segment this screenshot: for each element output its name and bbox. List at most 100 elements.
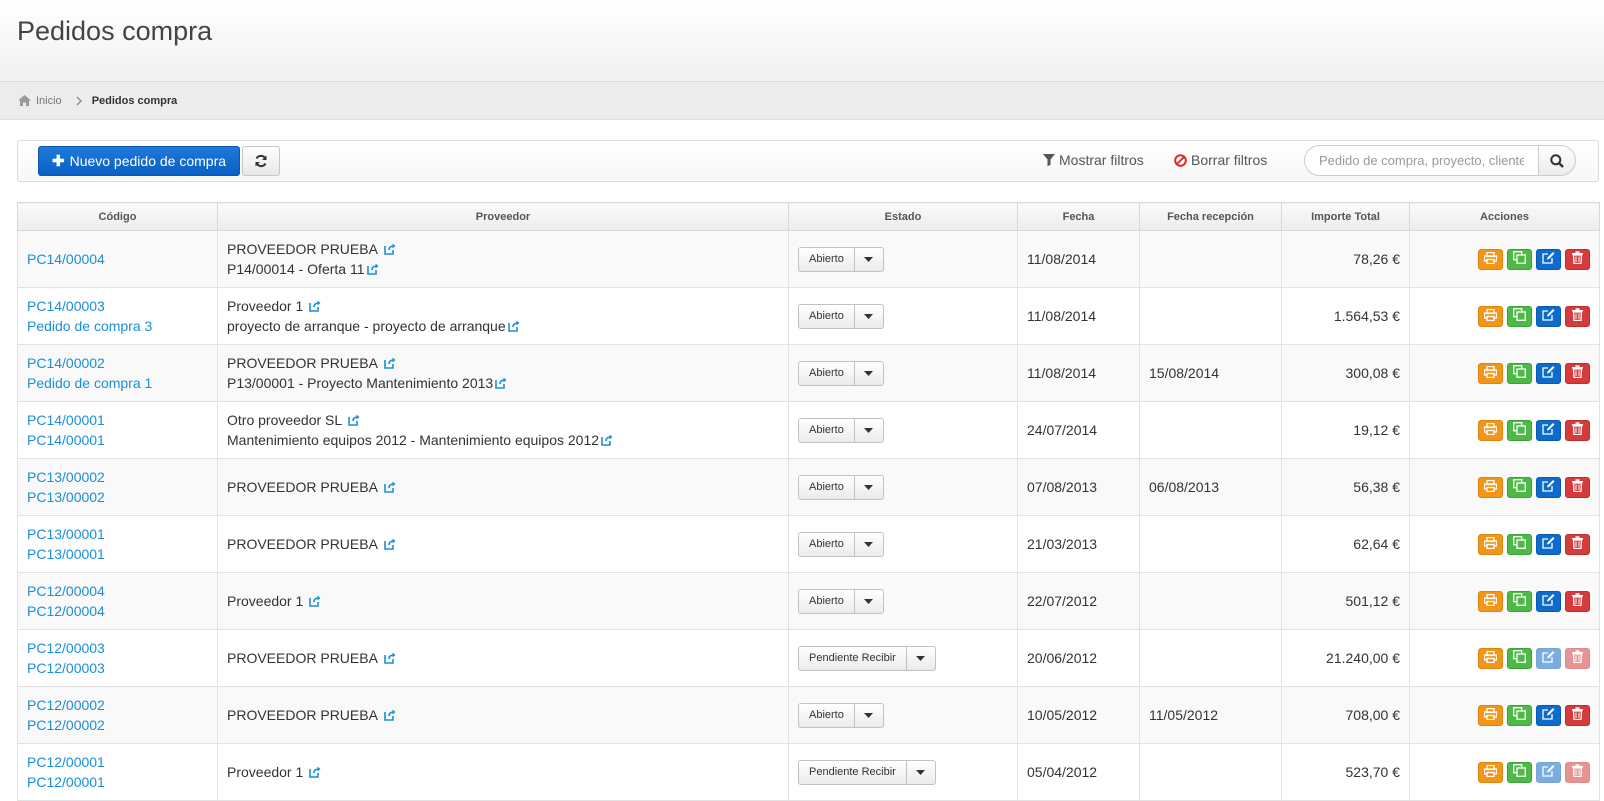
state-dropdown[interactable]: Pendiente Recibir xyxy=(798,645,936,671)
delete-button[interactable] xyxy=(1565,305,1590,327)
print-button[interactable] xyxy=(1478,533,1503,555)
edit-button[interactable] xyxy=(1536,305,1561,327)
header-actions[interactable]: Acciones xyxy=(1409,202,1600,231)
header-total-amount[interactable]: Importe Total xyxy=(1281,202,1410,231)
delete-button[interactable] xyxy=(1565,533,1590,555)
refresh-button[interactable] xyxy=(242,146,280,176)
header-supplier[interactable]: Proveedor xyxy=(217,202,789,231)
state-dropdown[interactable]: Abierto xyxy=(798,360,884,386)
edit-button[interactable] xyxy=(1536,362,1561,384)
order-name-link[interactable]: PC13/00002 xyxy=(27,487,208,507)
external-link-icon[interactable] xyxy=(601,434,613,446)
copy-button[interactable] xyxy=(1507,305,1532,327)
external-link-icon[interactable] xyxy=(507,320,520,332)
state-dropdown[interactable]: Abierto xyxy=(798,531,884,557)
copy-button[interactable] xyxy=(1507,533,1532,555)
print-button[interactable] xyxy=(1478,590,1503,612)
order-code-link[interactable]: PC14/00003 xyxy=(27,296,208,316)
caret-down-icon[interactable] xyxy=(907,647,935,670)
state-dropdown[interactable]: Abierto xyxy=(798,246,884,272)
caret-down-icon[interactable] xyxy=(855,305,883,328)
caret-down-icon[interactable] xyxy=(855,362,883,385)
external-link-icon[interactable] xyxy=(348,414,360,426)
delete-button[interactable] xyxy=(1565,647,1590,669)
caret-down-icon[interactable] xyxy=(855,590,883,613)
copy-button[interactable] xyxy=(1507,590,1532,612)
state-dropdown[interactable]: Pendiente Recibir xyxy=(798,759,936,785)
state-label[interactable]: Pendiente Recibir xyxy=(799,646,907,670)
header-code[interactable]: Código xyxy=(17,202,218,231)
external-link-icon[interactable] xyxy=(366,263,379,275)
external-link-icon[interactable] xyxy=(309,766,321,778)
external-link-icon[interactable] xyxy=(384,357,396,369)
state-dropdown[interactable]: Abierto xyxy=(798,417,884,443)
state-label[interactable]: Abierto xyxy=(799,475,855,499)
edit-button[interactable] xyxy=(1536,647,1561,669)
order-code-link[interactable]: PC12/00003 xyxy=(27,638,208,658)
edit-button[interactable] xyxy=(1536,476,1561,498)
delete-button[interactable] xyxy=(1565,362,1590,384)
order-name-link[interactable]: PC12/00002 xyxy=(27,715,208,735)
edit-button[interactable] xyxy=(1536,590,1561,612)
copy-button[interactable] xyxy=(1507,362,1532,384)
order-name-link[interactable]: Pedido de compra 3 xyxy=(27,316,208,336)
header-date[interactable]: Fecha xyxy=(1017,202,1140,231)
new-purchase-order-button[interactable]: ✚ Nuevo pedido de compra xyxy=(38,146,241,176)
order-name-link[interactable]: Pedido de compra 1 xyxy=(27,373,208,393)
copy-button[interactable] xyxy=(1507,704,1532,726)
state-label[interactable]: Pendiente Recibir xyxy=(799,760,907,784)
external-link-icon[interactable] xyxy=(309,595,321,607)
state-label[interactable]: Abierto xyxy=(799,304,855,328)
state-label[interactable]: Abierto xyxy=(799,247,855,271)
print-button[interactable] xyxy=(1478,647,1503,669)
caret-down-icon[interactable] xyxy=(907,761,935,784)
breadcrumb-home[interactable]: Inicio xyxy=(18,95,62,107)
order-name-link[interactable]: PC13/00001 xyxy=(27,544,208,564)
copy-button[interactable] xyxy=(1507,419,1532,441)
search-button[interactable] xyxy=(1538,145,1576,176)
state-dropdown[interactable]: Abierto xyxy=(798,702,884,728)
state-dropdown[interactable]: Abierto xyxy=(798,474,884,500)
print-button[interactable] xyxy=(1478,419,1503,441)
print-button[interactable] xyxy=(1478,761,1503,783)
external-link-icon[interactable] xyxy=(384,652,396,664)
print-button[interactable] xyxy=(1478,248,1503,270)
order-name-link[interactable]: PC12/00001 xyxy=(27,772,208,792)
copy-button[interactable] xyxy=(1507,761,1532,783)
external-link-icon[interactable] xyxy=(495,377,507,389)
state-label[interactable]: Abierto xyxy=(799,589,855,613)
caret-down-icon[interactable] xyxy=(855,419,883,442)
order-code-link[interactable]: PC14/00002 xyxy=(27,353,208,373)
print-button[interactable] xyxy=(1478,305,1503,327)
caret-down-icon[interactable] xyxy=(855,704,883,727)
external-link-icon[interactable] xyxy=(384,481,396,493)
caret-down-icon[interactable] xyxy=(855,248,883,271)
external-link-icon[interactable] xyxy=(384,709,396,721)
external-link-icon[interactable] xyxy=(384,538,396,550)
order-code-link[interactable]: PC14/00001 xyxy=(27,410,208,430)
edit-button[interactable] xyxy=(1536,533,1561,555)
state-label[interactable]: Abierto xyxy=(799,703,855,727)
print-button[interactable] xyxy=(1478,476,1503,498)
delete-button[interactable] xyxy=(1565,419,1590,441)
order-name-link[interactable]: PC14/00001 xyxy=(27,430,208,450)
delete-button[interactable] xyxy=(1565,476,1590,498)
caret-down-icon[interactable] xyxy=(855,533,883,556)
state-label[interactable]: Abierto xyxy=(799,532,855,556)
delete-button[interactable] xyxy=(1565,248,1590,270)
order-code-link[interactable]: PC14/00004 xyxy=(27,249,208,269)
edit-button[interactable] xyxy=(1536,704,1561,726)
clear-filters-link[interactable]: Borrar filtros xyxy=(1174,152,1267,168)
state-label[interactable]: Abierto xyxy=(799,361,855,385)
edit-button[interactable] xyxy=(1536,419,1561,441)
order-name-link[interactable]: PC12/00003 xyxy=(27,658,208,678)
delete-button[interactable] xyxy=(1565,704,1590,726)
copy-button[interactable] xyxy=(1507,476,1532,498)
edit-button[interactable] xyxy=(1536,761,1561,783)
external-link-icon[interactable] xyxy=(384,243,396,255)
delete-button[interactable] xyxy=(1565,590,1590,612)
order-code-link[interactable]: PC12/00002 xyxy=(27,695,208,715)
header-reception-date[interactable]: Fecha recepción xyxy=(1139,202,1282,231)
delete-button[interactable] xyxy=(1565,761,1590,783)
search-input[interactable] xyxy=(1304,145,1539,176)
